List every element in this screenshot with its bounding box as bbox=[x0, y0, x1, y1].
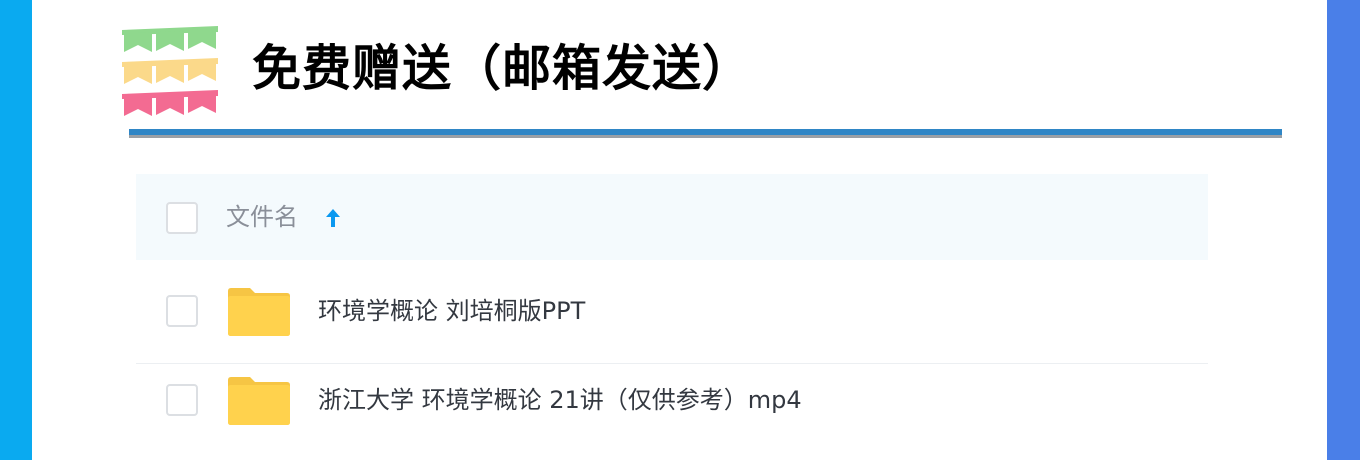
folder-icon bbox=[228, 288, 290, 336]
page-title: 免费赠送（邮箱发送） bbox=[252, 40, 753, 97]
file-name[interactable]: 浙江大学 环境学概论 21讲（仅供参考）mp4 bbox=[318, 383, 802, 417]
bunting-flags-icon bbox=[122, 26, 218, 116]
title-divider bbox=[129, 129, 1282, 138]
file-row[interactable]: 环境学概论 刘培桐版PPT bbox=[136, 260, 1208, 364]
filename-column-header[interactable]: 文件名 bbox=[226, 200, 298, 234]
folder-icon bbox=[228, 377, 290, 425]
file-list-header: 文件名 bbox=[136, 174, 1208, 260]
arrow-up-icon[interactable] bbox=[322, 206, 344, 230]
row-checkbox[interactable] bbox=[166, 295, 198, 327]
page: 免费赠送（邮箱发送） 文件名 环境学概论 刘培桐版PPT 浙江大学 环境学概论 bbox=[0, 0, 1360, 460]
file-list: 文件名 环境学概论 刘培桐版PPT 浙江大学 环境学概论 21讲（仅供参考）mp… bbox=[136, 174, 1208, 460]
file-name[interactable]: 环境学概论 刘培桐版PPT bbox=[318, 294, 585, 328]
file-row[interactable]: 浙江大学 环境学概论 21讲（仅供参考）mp4 bbox=[136, 364, 1208, 460]
select-all-checkbox[interactable] bbox=[166, 202, 198, 234]
row-checkbox[interactable] bbox=[166, 384, 198, 416]
right-accent-stripe bbox=[1327, 0, 1360, 460]
left-accent-stripe bbox=[0, 0, 32, 460]
